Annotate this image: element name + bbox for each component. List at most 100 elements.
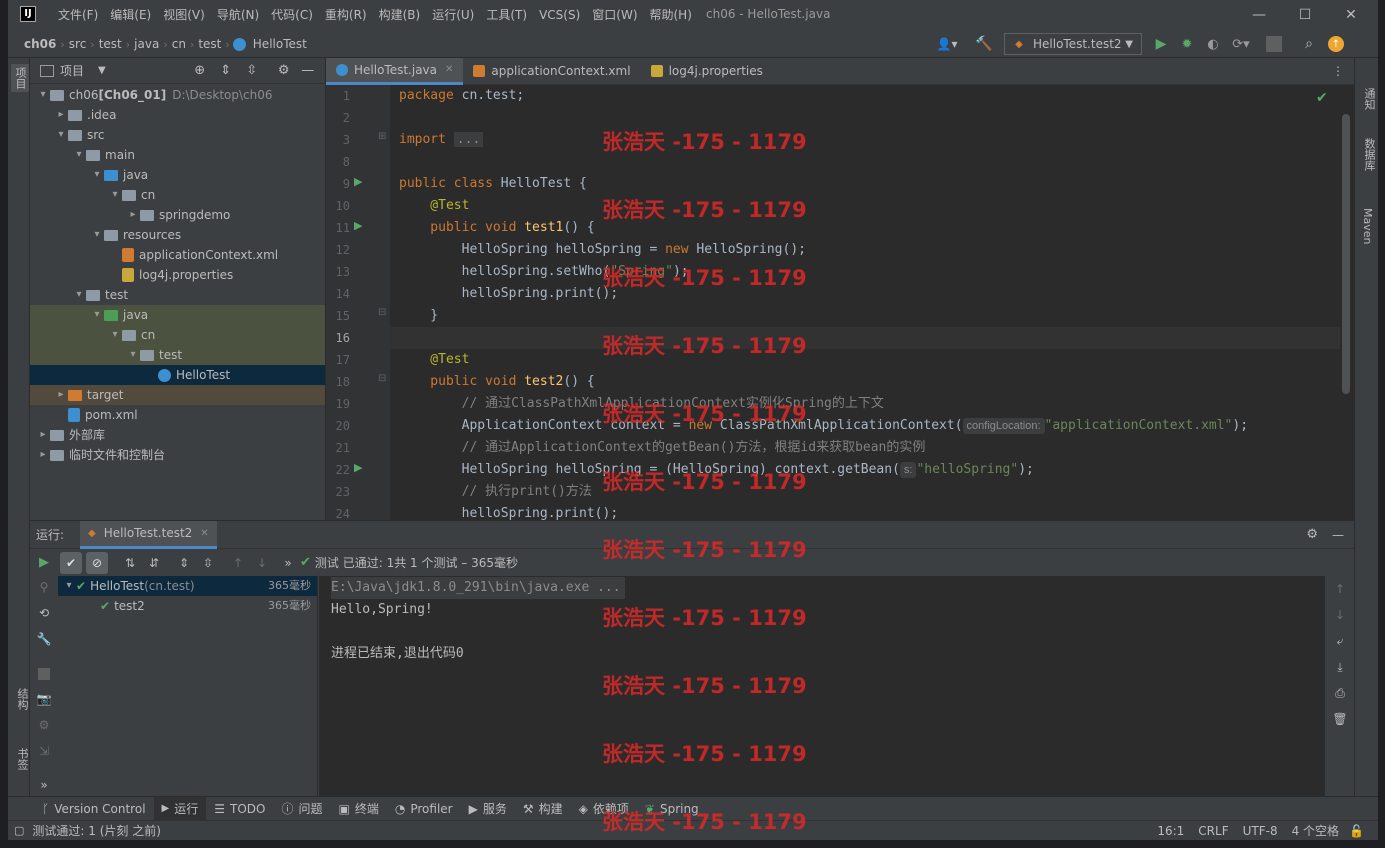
inspection-ok-icon[interactable]: ✔ (1316, 90, 1328, 106)
user-icon[interactable]: 👤▾ (934, 35, 960, 53)
expand-all-icon[interactable]: ⇕ (172, 556, 196, 570)
exit-icon[interactable]: ⇲ (36, 744, 52, 758)
console-line[interactable]: E:\Java\jdk1.8.0_291\bin\java.exe ... (331, 577, 625, 599)
editor-scrollbar[interactable] (1342, 114, 1350, 394)
build-hammer-icon[interactable]: 🔨 (974, 34, 994, 54)
arrow-down-icon[interactable]: ↓ (1332, 608, 1348, 622)
crumb-src[interactable]: src (65, 37, 91, 51)
menu-navigate[interactable]: 导航(N) (211, 0, 265, 30)
project-tree-item[interactable]: ▸ target (30, 385, 325, 405)
tab-hellotest[interactable]: HelloTest.java ✕ (326, 57, 464, 85)
tab-build[interactable]: ⚒ 构建 (515, 797, 571, 821)
bookmarks-tool-button[interactable]: 书签 (14, 748, 30, 770)
project-tree-item[interactable]: ▸ 临时文件和控制台 (30, 445, 325, 465)
line-separator[interactable]: CRLF (1198, 824, 1228, 838)
test-row-method[interactable]: ✔ test2 365毫秒 (58, 596, 317, 616)
project-tree-item[interactable]: log4j.properties (30, 265, 325, 285)
chevron-right-icon[interactable]: ▸ (54, 105, 68, 125)
profile-icon[interactable]: ⟳▾ (1230, 35, 1252, 53)
run-test-method-icon[interactable]: ▶ (354, 461, 362, 474)
gear-icon[interactable]: ⚙ (276, 63, 292, 78)
crumb-test[interactable]: test (95, 37, 126, 51)
coverage-icon[interactable]: ◐ (1204, 35, 1222, 53)
chevron-down-icon[interactable]: ▾ (54, 125, 68, 145)
tab-spring[interactable]: ❦ Spring (637, 797, 707, 821)
crumb-test-pkg[interactable]: test (194, 37, 225, 51)
chevron-down-icon[interactable]: ▾ (108, 185, 122, 205)
gear-icon[interactable]: ⚙ (1306, 527, 1318, 542)
console-output[interactable]: E:\Java\jdk1.8.0_291\bin\java.exe ... He… (319, 576, 1325, 797)
menu-run[interactable]: 运行(U) (426, 0, 480, 30)
camera-icon[interactable]: 📷 (36, 692, 52, 706)
project-tree-item[interactable]: ▾ cn (30, 185, 325, 205)
chevron-down-icon[interactable]: ▾ (126, 345, 140, 365)
project-tree-item[interactable]: HelloTest (30, 365, 325, 385)
rerun-icon[interactable]: ▶ (30, 555, 58, 570)
minimize-button[interactable]: — (1236, 0, 1282, 30)
tab-dependencies[interactable]: ◈ 依赖项 (571, 797, 637, 821)
print-icon[interactable]: ⎙ (1332, 686, 1348, 701)
run-test-method-icon[interactable]: ▶ (354, 219, 362, 232)
menu-code[interactable]: 代码(C) (265, 0, 319, 30)
menu-help[interactable]: 帮助(H) (644, 0, 698, 30)
run-icon[interactable]: ▶ (1152, 35, 1170, 53)
project-tree-item[interactable]: ▾ java (30, 305, 325, 325)
more-icon[interactable]: » (278, 556, 298, 570)
more-icon[interactable]: » (36, 778, 52, 792)
menu-build[interactable]: 构建(B) (373, 0, 427, 30)
menu-vcs[interactable]: VCS(S) (533, 0, 586, 30)
panel-toggle-icon[interactable]: ▢ (14, 824, 24, 837)
structure-tool-button[interactable]: 结构 (14, 688, 30, 710)
crumb-java[interactable]: java (130, 37, 163, 51)
project-tree-item[interactable]: ▾ resources (30, 225, 325, 245)
sort-duration-icon[interactable]: ⇵ (142, 556, 166, 570)
wrench-icon[interactable]: 🔧 (36, 632, 52, 646)
hide-panel-icon[interactable]: — (1332, 528, 1344, 542)
collapse-all-icon[interactable]: ⇳ (196, 556, 220, 570)
project-tree-item[interactable]: pom.xml (30, 405, 325, 425)
chevron-down-icon[interactable]: ▾ (62, 576, 76, 596)
project-tree-item[interactable]: ▸ 外部库 (30, 425, 325, 445)
test-row-class[interactable]: ▾ ✔ HelloTest (cn.test) 365毫秒 (58, 576, 317, 596)
fold-icon[interactable]: ⊟ (378, 373, 386, 384)
close-window-button[interactable]: ✕ (1328, 0, 1374, 30)
menu-view[interactable]: 视图(V) (157, 0, 211, 30)
folded-imports[interactable]: ... (453, 132, 484, 147)
menu-tools[interactable]: 工具(T) (480, 0, 533, 30)
show-ignored-icon[interactable]: ⊘ (86, 551, 108, 574)
run-test-class-icon[interactable]: ▶ (354, 175, 362, 188)
tab-menu-icon[interactable]: ⋮ (1332, 64, 1344, 78)
chevron-down-icon[interactable]: ▾ (72, 145, 86, 165)
chevron-down-icon[interactable]: ▾ (36, 85, 50, 105)
show-passed-icon[interactable]: ✔ (60, 551, 82, 574)
chevron-down-icon[interactable]: ▾ (72, 285, 86, 305)
expand-all-icon[interactable]: ⇕ (218, 63, 234, 78)
fold-icon[interactable]: ⊞ (378, 131, 386, 142)
maximize-button[interactable]: ☐ (1282, 0, 1328, 30)
project-tree-item[interactable]: applicationContext.xml (30, 245, 325, 265)
indent-setting[interactable]: 4 个空格 (1292, 822, 1339, 839)
intellij-logo-icon[interactable]: IJ (20, 6, 36, 22)
settings-icon[interactable]: ⚙ (36, 718, 52, 732)
project-tree-item[interactable]: ▾ test (30, 345, 325, 365)
project-tree-item[interactable]: ▾ main (30, 145, 325, 165)
pin-icon[interactable]: ⚲ (36, 580, 52, 594)
database-tool-button[interactable]: 数据库 (1361, 138, 1377, 171)
notifications-tool-button[interactable]: 通知 (1361, 88, 1377, 110)
lock-icon[interactable]: 🔓 (1349, 824, 1364, 838)
run-config-selector[interactable]: ◆ HelloTest.test2 ▼ (1004, 33, 1142, 55)
menu-window[interactable]: 窗口(W) (586, 0, 643, 30)
chevron-right-icon[interactable]: ▸ (36, 445, 50, 465)
arrow-down-icon[interactable]: ↓ (250, 556, 274, 570)
collapse-all-icon[interactable]: ⇳ (244, 63, 260, 78)
tab-version-control[interactable]: ᚴ Version Control (34, 797, 154, 821)
project-tree-item[interactable]: ▾ src (30, 125, 325, 145)
tab-profiler[interactable]: ◔ Profiler (387, 797, 461, 821)
code-editor[interactable]: package cn.test; import ... public class… (390, 85, 1340, 520)
crumb-class[interactable]: HelloTest (249, 37, 311, 51)
status-message[interactable]: 测试通过: 1 (片刻 之前) (32, 822, 161, 839)
debug-icon[interactable]: ✹ (1178, 35, 1196, 53)
fold-icon[interactable]: ⊟ (378, 307, 386, 318)
project-tree-item[interactable]: ▾ test (30, 285, 325, 305)
sort-alpha-icon[interactable]: ⇅ (118, 556, 142, 570)
